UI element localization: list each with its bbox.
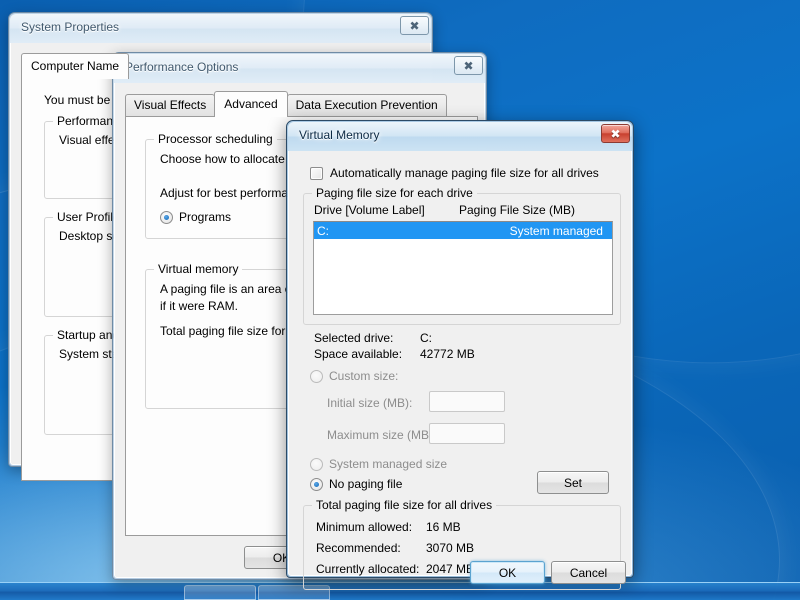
initial-size-input[interactable] — [429, 391, 505, 412]
cell-drive: C: — [317, 223, 329, 238]
minimum-allowed-label: Minimum allowed: — [316, 520, 413, 534]
radio-custom-size[interactable]: Custom size: — [310, 369, 398, 383]
button-label: Set — [563, 475, 582, 490]
table-row[interactable]: C: System managed — [314, 222, 612, 239]
checkbox-label: Automatically manage paging file size fo… — [330, 166, 599, 180]
window-title: Virtual Memory — [299, 128, 380, 142]
window-virtual-memory[interactable]: Virtual Memory ✖ Automatically manage pa… — [286, 120, 634, 590]
recommended-value: 3070 MB — [426, 541, 475, 555]
maximum-size-input[interactable] — [429, 423, 505, 444]
tab-data-execution-prevention[interactable]: Data Execution Prevention — [286, 94, 447, 116]
ok-button-virtual-memory[interactable]: OK — [470, 561, 545, 584]
tabstrip-performance-options[interactable]: Visual Effects Advanced Data Execution P… — [125, 91, 447, 117]
checkbox-icon — [310, 166, 323, 180]
tab-label: Data Execution Prevention — [295, 98, 438, 112]
space-available-value: 42772 MB — [420, 347, 475, 361]
close-glyph: ✖ — [409, 18, 420, 33]
radio-label: System managed size — [329, 457, 448, 471]
close-glyph: ✖ — [610, 126, 621, 141]
tab-label: Computer Name — [31, 59, 120, 73]
group-title: Virtual memory — [154, 262, 243, 276]
group-paging-file-size: Paging file size for each drive Drive [V… — [303, 186, 621, 325]
radio-icon — [160, 210, 173, 224]
radio-icon — [310, 457, 323, 471]
virtual-memory-description-line2: if it were RAM. — [160, 299, 239, 313]
cell-paging-file-size: System managed — [509, 223, 603, 238]
listbox-drives[interactable]: C: System managed — [313, 221, 613, 315]
initial-size-label: Initial size (MB): — [327, 396, 413, 410]
set-button[interactable]: Set — [537, 471, 609, 494]
radio-icon — [310, 477, 323, 491]
button-label: OK — [498, 565, 517, 580]
tab-visual-effects[interactable]: Visual Effects — [125, 94, 216, 116]
close-glyph: ✖ — [463, 58, 474, 73]
selected-drive-value: C: — [420, 331, 432, 345]
checkbox-auto-manage-paging[interactable]: Automatically manage paging file size fo… — [310, 166, 599, 180]
titlebar-performance-options[interactable]: Performance Options ✖ — [114, 54, 485, 83]
tab-label: Advanced — [224, 97, 278, 111]
titlebar-virtual-memory[interactable]: Virtual Memory ✖ — [288, 122, 632, 151]
radio-programs[interactable]: Programs — [160, 210, 231, 224]
group-title: Total paging file size for all drives — [312, 498, 497, 512]
cancel-button-virtual-memory[interactable]: Cancel — [551, 561, 626, 584]
tab-advanced[interactable]: Advanced — [214, 91, 288, 117]
selected-drive-label: Selected drive: — [314, 331, 394, 345]
window-title: Performance Options — [125, 60, 239, 74]
taskbar-button[interactable] — [184, 585, 256, 600]
radio-label: No paging file — [329, 477, 403, 491]
group-title: Processor scheduling — [154, 132, 277, 146]
tab-computer-name[interactable]: Computer Name — [21, 53, 130, 79]
recommended-label: Recommended: — [316, 541, 401, 555]
radio-label: Programs — [179, 210, 232, 224]
window-title: System Properties — [21, 20, 120, 34]
client-area-virtual-memory: Automatically manage paging file size fo… — [288, 151, 632, 590]
tab-label: Visual Effects — [134, 98, 207, 112]
close-icon[interactable]: ✖ — [454, 56, 483, 75]
group-title: Paging file size for each drive — [312, 186, 477, 200]
column-header-paging-file-size: Paging File Size (MB) — [459, 203, 576, 217]
radio-system-managed-size[interactable]: System managed size — [310, 457, 447, 471]
space-available-label: Space available: — [314, 347, 403, 361]
tabstrip-system-properties[interactable]: Computer Name — [21, 53, 130, 79]
close-icon[interactable]: ✖ — [400, 16, 429, 35]
minimum-allowed-value: 16 MB — [426, 520, 461, 534]
maximum-size-label: Maximum size (MB): — [327, 428, 437, 442]
column-header-drive: Drive [Volume Label] — [314, 203, 425, 217]
titlebar-system-properties[interactable]: System Properties ✖ — [10, 14, 431, 43]
radio-no-paging-file[interactable]: No paging file — [310, 477, 402, 491]
radio-icon — [310, 369, 323, 383]
radio-label: Custom size: — [329, 369, 399, 383]
close-icon[interactable]: ✖ — [601, 124, 630, 143]
button-label: Cancel — [569, 565, 608, 580]
currently-allocated-value: 2047 MB — [426, 562, 475, 576]
currently-allocated-label: Currently allocated: — [316, 562, 420, 576]
